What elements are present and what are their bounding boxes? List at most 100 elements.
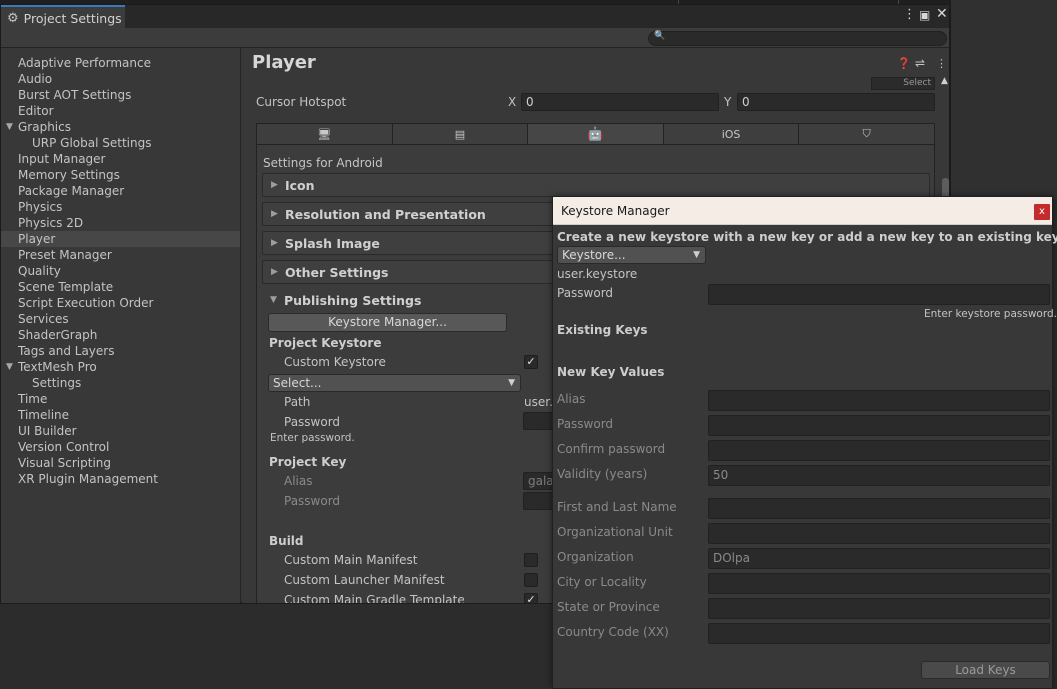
keystore-password-input[interactable]	[708, 284, 1050, 305]
sidebar-item[interactable]: Version Control	[1, 439, 240, 455]
field-label: Organization	[557, 550, 634, 564]
sidebar-item[interactable]: Adaptive Performance	[1, 55, 240, 71]
field-input[interactable]	[708, 440, 1050, 461]
select-button[interactable]: Select	[871, 77, 935, 90]
maximize-icon[interactable]: ▣	[919, 8, 930, 22]
load-keys-button[interactable]: Load Keys	[921, 661, 1050, 679]
cursor-hotspot-label: Cursor Hotspot	[256, 95, 347, 109]
sidebar-item[interactable]: Physics 2D	[1, 215, 240, 231]
keystore-dropdown[interactable]: Keystore... ▼	[557, 246, 706, 264]
foldout-arrow-icon: ▶	[271, 180, 278, 190]
sidebar-item[interactable]: Package Manager	[1, 183, 240, 199]
foldout-arrow-icon[interactable]: ▼	[6, 359, 13, 375]
tab-dedicated-server[interactable]: ▤	[393, 124, 529, 144]
cursor-hotspot-y-field[interactable]: 0	[737, 93, 935, 111]
tab-android[interactable]: 🤖	[528, 124, 664, 144]
section-title: Splash Image	[285, 236, 380, 251]
field-input[interactable]	[708, 623, 1050, 644]
page-title: Player	[252, 52, 316, 73]
keystore-file-label: user.keystore	[557, 267, 638, 281]
sidebar-item[interactable]: Player	[1, 231, 240, 247]
tab-webgl[interactable]: ⛉	[799, 124, 934, 144]
field-input[interactable]	[708, 523, 1050, 544]
sidebar-item-label: UI Builder	[18, 424, 77, 438]
field-label: City or Locality	[557, 575, 647, 589]
tab-ios[interactable]: iOS	[664, 124, 800, 144]
settings-for-label: Settings for Android	[263, 156, 383, 170]
title-bar: ⚙ Project Settings ⋮ ▣ ✕	[1, 5, 949, 29]
section-title: Other Settings	[285, 265, 389, 280]
help-icon[interactable]: ❓	[897, 57, 911, 70]
field-input[interactable]	[708, 498, 1050, 519]
sidebar-item[interactable]: UI Builder	[1, 423, 240, 439]
sidebar-item[interactable]: Visual Scripting	[1, 455, 240, 471]
field-input[interactable]	[708, 415, 1050, 436]
sidebar-item[interactable]: Audio	[1, 71, 240, 87]
sidebar-item-label: Settings	[32, 376, 82, 390]
dropdown-value: Select...	[273, 376, 322, 390]
close-button[interactable]: x	[1034, 204, 1050, 220]
custom-keystore-checkbox[interactable]: ✓	[524, 355, 538, 369]
custom-launcher-manifest-checkbox[interactable]	[524, 573, 538, 587]
project-keystore-heading: Project Keystore	[269, 336, 382, 350]
keystore-select-dropdown[interactable]: Select... ▼	[268, 374, 521, 392]
platform-tabs: 🖥 ▤ 🤖 iOS ⛉	[256, 123, 935, 145]
search-input[interactable]: 🔍	[648, 31, 947, 46]
sidebar-item-label: Services	[18, 312, 69, 326]
field-input[interactable]: DOlpa	[708, 548, 1050, 569]
build-heading: Build	[269, 534, 304, 548]
field-input[interactable]	[708, 390, 1050, 411]
field-input[interactable]	[708, 573, 1050, 594]
sidebar-item-label: Adaptive Performance	[18, 56, 151, 70]
sidebar-item[interactable]: ▼ TextMesh Pro	[1, 359, 240, 375]
field-input[interactable]: 50	[708, 465, 1050, 486]
sidebar-item[interactable]: Burst AOT Settings	[1, 87, 240, 103]
sidebar-item-label: Preset Manager	[18, 248, 112, 262]
close-icon[interactable]: ✕	[936, 6, 948, 22]
custom-main-gradle-checkbox[interactable]: ✓	[524, 593, 538, 603]
section-icon[interactable]: ▶ Icon	[262, 173, 930, 197]
sidebar-item[interactable]: Settings	[1, 375, 240, 391]
kebab-menu-icon[interactable]: ⋮	[903, 7, 916, 22]
sidebar-item[interactable]: Services	[1, 311, 240, 327]
custom-main-manifest-checkbox[interactable]	[524, 553, 538, 567]
sidebar-item[interactable]: ShaderGraph	[1, 327, 240, 343]
sidebar-item[interactable]: ▼ Graphics	[1, 119, 240, 135]
sidebar-item-label: Graphics	[18, 120, 71, 134]
window-tab[interactable]: ⚙ Project Settings	[1, 5, 125, 29]
sidebar-item[interactable]: Timeline	[1, 407, 240, 423]
sidebar-item[interactable]: XR Plugin Management	[1, 471, 240, 487]
cursor-hotspot-x-field[interactable]: 0	[521, 93, 719, 111]
sidebar-item[interactable]: Editor	[1, 103, 240, 119]
sidebar-item[interactable]: Tags and Layers	[1, 343, 240, 359]
sidebar-item[interactable]: URP Global Settings	[1, 135, 240, 151]
sidebar-item-label: Input Manager	[18, 152, 106, 166]
tab-ios-label: iOS	[721, 127, 741, 141]
section-title: Resolution and Presentation	[285, 207, 486, 222]
sidebar-item[interactable]: Input Manager	[1, 151, 240, 167]
keystore-manager-dialog: Keystore Manager x Create a new keystore…	[552, 196, 1057, 689]
sidebar-item[interactable]: Preset Manager	[1, 247, 240, 263]
field-label: Country Code (XX)	[557, 625, 669, 639]
field-input[interactable]	[708, 598, 1050, 619]
sidebar-item[interactable]: Physics	[1, 199, 240, 215]
sidebar-item-label: Editor	[18, 104, 54, 118]
chevron-down-icon: ▼	[508, 378, 515, 388]
field-label: State or Province	[557, 600, 660, 614]
sidebar-item[interactable]: Memory Settings	[1, 167, 240, 183]
sidebar-item[interactable]: Scene Template	[1, 279, 240, 295]
preset-settings-icon[interactable]: ⇌	[915, 56, 925, 70]
sidebar-item[interactable]: Script Execution Order	[1, 295, 240, 311]
sidebar-item[interactable]: Quality	[1, 263, 240, 279]
kebab-menu-icon[interactable]: ⋮	[936, 57, 947, 70]
field-label: Password	[557, 417, 614, 431]
tab-standalone[interactable]: 🖥	[257, 124, 393, 144]
scroll-up-arrow-icon[interactable]: ▲	[941, 76, 948, 86]
sidebar-item-label: Visual Scripting	[18, 456, 111, 470]
key-password-label: Password	[284, 494, 341, 508]
sidebar-item[interactable]: Time	[1, 391, 240, 407]
foldout-arrow-icon[interactable]: ▼	[6, 119, 13, 135]
keystore-manager-button[interactable]: Keystore Manager...	[268, 313, 507, 332]
build-option-label: Custom Main Gradle Template	[284, 593, 465, 603]
path-label: Path	[284, 395, 311, 409]
